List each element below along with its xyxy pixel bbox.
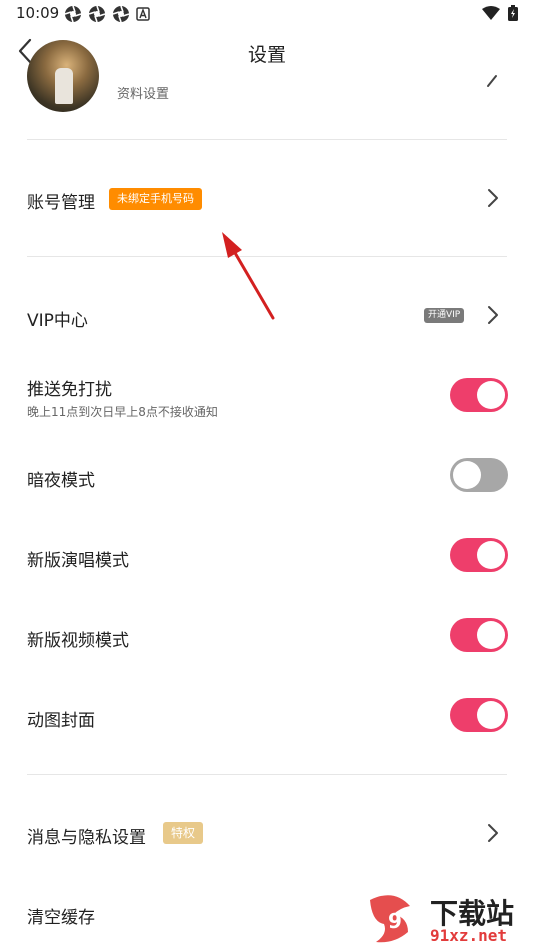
divider bbox=[27, 256, 507, 257]
svg-text:9: 9 bbox=[388, 909, 402, 933]
gif-cover-label: 动图封面 bbox=[27, 711, 95, 731]
status-system-icons bbox=[482, 5, 518, 21]
new-video-mode-toggle[interactable] bbox=[450, 618, 508, 652]
unbound-phone-badge: 未绑定手机号码 bbox=[109, 188, 202, 210]
push-dnd-label: 推送免打扰 bbox=[27, 380, 112, 400]
watermark-logo-icon: 9 bbox=[370, 895, 410, 943]
app-notification-icon bbox=[64, 5, 82, 23]
new-sing-mode-label: 新版演唱模式 bbox=[27, 551, 129, 571]
battery-icon bbox=[508, 5, 518, 21]
account-management-label: 账号管理 bbox=[27, 193, 95, 213]
divider bbox=[27, 139, 507, 140]
status-time: 10:09 bbox=[16, 4, 60, 22]
status-notification-icons bbox=[64, 5, 150, 23]
app-notification-icon bbox=[112, 5, 130, 23]
dark-mode-toggle[interactable] bbox=[450, 458, 508, 492]
avatar-figure bbox=[55, 68, 73, 104]
gif-cover-toggle[interactable] bbox=[450, 698, 508, 732]
avatar[interactable] bbox=[27, 40, 99, 112]
clear-cache-label: 清空缓存 bbox=[27, 908, 95, 928]
status-bar: 10:09 bbox=[0, 0, 534, 28]
edit-icon[interactable] bbox=[484, 66, 500, 90]
divider bbox=[27, 774, 507, 775]
new-video-mode-label: 新版视频模式 bbox=[27, 631, 129, 651]
push-dnd-toggle[interactable] bbox=[450, 378, 508, 412]
wifi-icon bbox=[482, 6, 500, 20]
toggle-knob bbox=[453, 461, 481, 489]
chevron-right-icon bbox=[488, 306, 498, 324]
toggle-knob bbox=[477, 541, 505, 569]
vip-center-label: VIP中心 bbox=[27, 311, 88, 331]
profile-subtitle: 资料设置 bbox=[117, 87, 170, 102]
push-dnd-subtitle: 晚上11点到次日早上8点不接收通知 bbox=[27, 405, 218, 419]
privilege-badge: 特权 bbox=[163, 822, 204, 844]
chevron-right-icon bbox=[488, 824, 498, 842]
watermark-url: 91xz.net bbox=[430, 926, 508, 945]
account-management-row[interactable]: 账号管理 bbox=[0, 168, 534, 228]
open-vip-badge: 开通VIP bbox=[424, 308, 465, 323]
privacy-settings-row[interactable]: 消息与隐私设置 bbox=[0, 803, 534, 863]
privacy-settings-label: 消息与隐私设置 bbox=[27, 828, 146, 848]
toggle-knob bbox=[477, 621, 505, 649]
app-notification-icon bbox=[88, 5, 106, 23]
toggle-knob bbox=[477, 381, 505, 409]
keyboard-a-icon bbox=[136, 7, 150, 21]
dark-mode-label: 暗夜模式 bbox=[27, 471, 95, 491]
new-sing-mode-toggle[interactable] bbox=[450, 538, 508, 572]
toggle-knob bbox=[477, 701, 505, 729]
chevron-right-icon bbox=[488, 189, 498, 207]
